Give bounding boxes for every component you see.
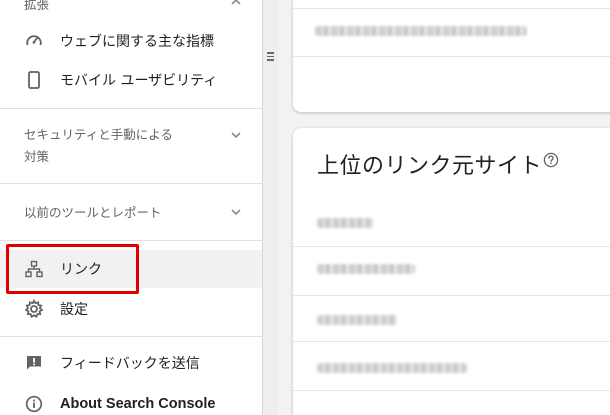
divider	[0, 240, 262, 241]
highlight-annotation	[6, 244, 139, 294]
sidebar-item-label: ウェブに関する主な指標	[60, 34, 214, 50]
divider	[0, 108, 262, 109]
sidebar-item-label: フィードバックを送信	[60, 356, 200, 372]
card-title: 上位のリンク元サイト	[317, 154, 543, 179]
sidebar: 拡張 ウェブに関する主な指標 モバイル ユーザビリティ セキュリティと手動による…	[0, 0, 262, 415]
section-label-security-line1: セキュリティと手動による	[24, 127, 173, 142]
row-divider	[293, 390, 610, 391]
chevron-down-icon	[231, 132, 241, 139]
feedback-icon	[24, 353, 44, 373]
sidebar-item-mobile-usability[interactable]: モバイル ユーザビリティ	[0, 61, 262, 99]
section-header-enhancements[interactable]: 拡張	[0, 0, 262, 15]
row-divider	[293, 56, 610, 57]
top-linking-sites-card: 上位のリンク元サイト	[293, 128, 610, 415]
redacted-site	[317, 218, 373, 228]
row-divider	[293, 341, 610, 342]
section-header-security[interactable]: セキュリティと手動による 対策	[0, 124, 262, 168]
redacted-url	[315, 26, 527, 36]
info-icon	[24, 394, 44, 414]
row-divider	[293, 295, 610, 296]
divider	[0, 183, 262, 184]
sidebar-item-about[interactable]: About Search Console	[0, 385, 262, 415]
sidebar-item-label: モバイル ユーザビリティ	[60, 73, 218, 89]
row-divider	[293, 246, 610, 247]
chevron-down-icon	[231, 209, 241, 216]
section-label-enhancements: 拡張	[24, 0, 50, 12]
divider	[0, 336, 262, 337]
section-label-security-line2: 対策	[24, 149, 50, 164]
redacted-site	[317, 264, 415, 274]
redacted-site	[317, 315, 397, 325]
redacted-site	[317, 363, 467, 373]
row-divider	[293, 8, 610, 9]
drag-grip-icon	[267, 52, 274, 62]
smartphone-icon	[24, 70, 44, 90]
sidebar-item-label: About Search Console	[60, 396, 216, 412]
sidebar-item-core-web-vitals[interactable]: ウェブに関する主な指標	[0, 22, 262, 60]
gear-icon	[24, 299, 44, 319]
help-circle-icon[interactable]	[543, 152, 559, 168]
section-header-legacy-tools[interactable]: 以前のツールとレポート	[0, 202, 262, 223]
panel-resize-handle[interactable]	[262, 0, 278, 415]
main-content: 上位のリンク元サイト	[278, 0, 610, 415]
section-label-legacy-tools: 以前のツールとレポート	[24, 205, 162, 220]
sidebar-item-settings[interactable]: 設定	[0, 290, 262, 328]
chevron-up-icon	[231, 0, 241, 5]
speedometer-icon	[24, 31, 44, 51]
sidebar-item-send-feedback[interactable]: フィードバックを送信	[0, 344, 262, 382]
sidebar-item-label: 設定	[60, 302, 88, 318]
card-top-linked-pages	[293, 0, 610, 112]
